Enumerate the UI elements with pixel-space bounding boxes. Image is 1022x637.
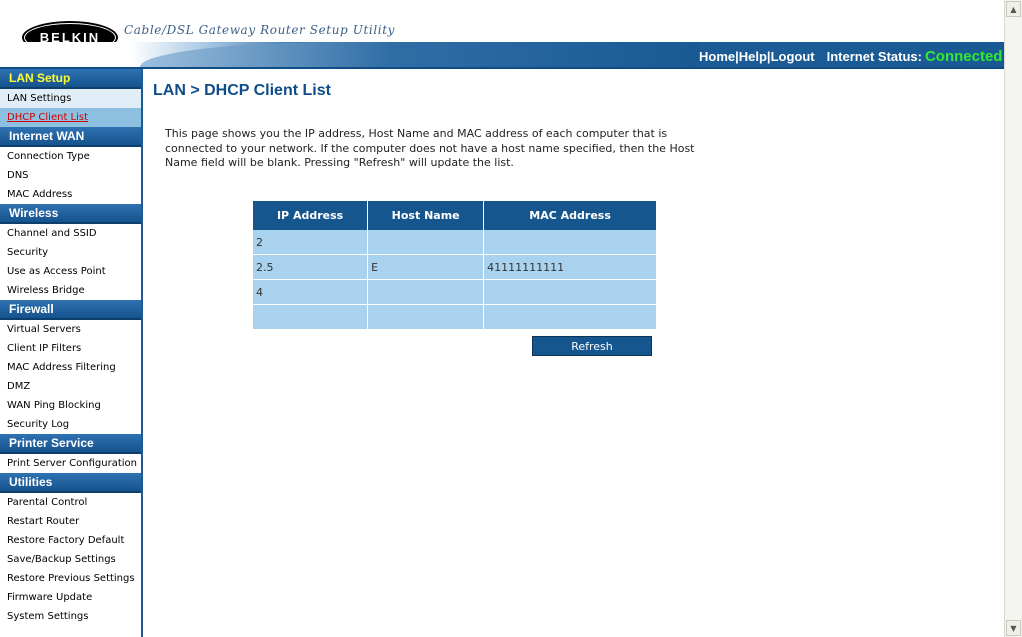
page-title: LAN > DHCP Client List (153, 82, 331, 99)
cell-ip: 2 (253, 230, 369, 255)
app-tagline: Cable/DSL Gateway Router Setup Utility (124, 23, 395, 37)
page-description: This page shows you the IP address, Host… (165, 127, 695, 169)
vertical-scrollbar[interactable]: ▲ ▼ (1004, 0, 1022, 637)
logout-link[interactable]: Logout (771, 49, 815, 64)
col-mac-address: MAC Address (483, 201, 657, 230)
help-link[interactable]: Help| (739, 49, 771, 64)
cell-ip: 4 (253, 279, 369, 305)
header-links: Home| Help| Logout Internet Status: Conn… (699, 47, 1002, 65)
table-row: 2 (253, 230, 657, 255)
col-host-name: Host Name (367, 201, 485, 230)
main-content: LAN > DHCP Client List This page shows y… (143, 69, 1004, 637)
section-wireless: Wireless (0, 204, 141, 224)
sidebar-item-dns[interactable]: DNS (0, 166, 141, 185)
sidebar-nav: LAN Setup LAN Settings DHCP Client List … (0, 69, 143, 637)
section-firewall: Firewall (0, 300, 141, 320)
sidebar-item-wireless-bridge[interactable]: Wireless Bridge (0, 281, 141, 300)
sidebar-item-dhcp-client-list[interactable]: DHCP Client List (0, 108, 141, 127)
sidebar-item-dmz[interactable]: DMZ (0, 377, 141, 396)
sidebar-item-virtual-servers[interactable]: Virtual Servers (0, 320, 141, 339)
sidebar-item-security-log[interactable]: Security Log (0, 415, 141, 434)
section-internet-wan: Internet WAN (0, 127, 141, 147)
cell-ip: 2.5 (253, 254, 369, 280)
home-link[interactable]: Home| (699, 49, 739, 64)
cell-mac: 41111111111 (483, 254, 657, 280)
sidebar-item-connection-type[interactable]: Connection Type (0, 147, 141, 166)
section-lan-setup: LAN Setup (0, 69, 141, 89)
table-header-row: IP Address Host Name MAC Address (253, 201, 657, 230)
table-row: 4 (253, 279, 657, 305)
scroll-up-arrow-icon[interactable]: ▲ (1006, 1, 1021, 17)
sidebar-item-system-settings[interactable]: System Settings (0, 607, 141, 626)
sidebar-item-restart-router[interactable]: Restart Router (0, 512, 141, 531)
sidebar-item-access-point[interactable]: Use as Access Point (0, 262, 141, 281)
refresh-button[interactable]: Refresh (532, 336, 652, 356)
sidebar-item-channel-ssid[interactable]: Channel and SSID (0, 224, 141, 243)
table-row (253, 304, 657, 330)
sidebar-item-print-server[interactable]: Print Server Configuration (0, 454, 141, 473)
sidebar-item-firmware-update[interactable]: Firmware Update (0, 588, 141, 607)
cell-ip (253, 304, 369, 330)
cell-host (367, 304, 485, 330)
section-utilities: Utilities (0, 473, 141, 493)
sidebar-item-lan-settings[interactable]: LAN Settings (0, 89, 141, 108)
cell-host: E (367, 254, 485, 280)
col-ip-address: IP Address (253, 201, 369, 230)
sidebar-item-mac-address[interactable]: MAC Address (0, 185, 141, 204)
sidebar-item-wireless-security[interactable]: Security (0, 243, 141, 262)
sidebar-item-save-backup[interactable]: Save/Backup Settings (0, 550, 141, 569)
dhcp-client-table: IP Address Host Name MAC Address 2 2.5 E… (253, 201, 657, 330)
sidebar-item-client-ip-filters[interactable]: Client IP Filters (0, 339, 141, 358)
cell-host (367, 279, 485, 305)
cell-mac (483, 304, 657, 330)
section-printer-service: Printer Service (0, 434, 141, 454)
sidebar-item-parental-control[interactable]: Parental Control (0, 493, 141, 512)
header-bar-swoosh (140, 42, 700, 67)
scroll-down-arrow-icon[interactable]: ▼ (1006, 620, 1021, 636)
sidebar-item-restore-previous[interactable]: Restore Previous Settings (0, 569, 141, 588)
header: BELKIN Cable/DSL Gateway Router Setup Ut… (0, 0, 1004, 69)
sidebar-item-restore-factory[interactable]: Restore Factory Default (0, 531, 141, 550)
sidebar-item-wan-ping-blocking[interactable]: WAN Ping Blocking (0, 396, 141, 415)
table-row: 2.5 E 41111111111 (253, 254, 657, 280)
internet-status-label: Internet Status: (826, 48, 922, 64)
cell-mac (483, 279, 657, 305)
cell-mac (483, 230, 657, 255)
internet-status-value: Connected (924, 47, 1003, 65)
cell-host (367, 230, 485, 255)
sidebar-item-mac-filtering[interactable]: MAC Address Filtering (0, 358, 141, 377)
